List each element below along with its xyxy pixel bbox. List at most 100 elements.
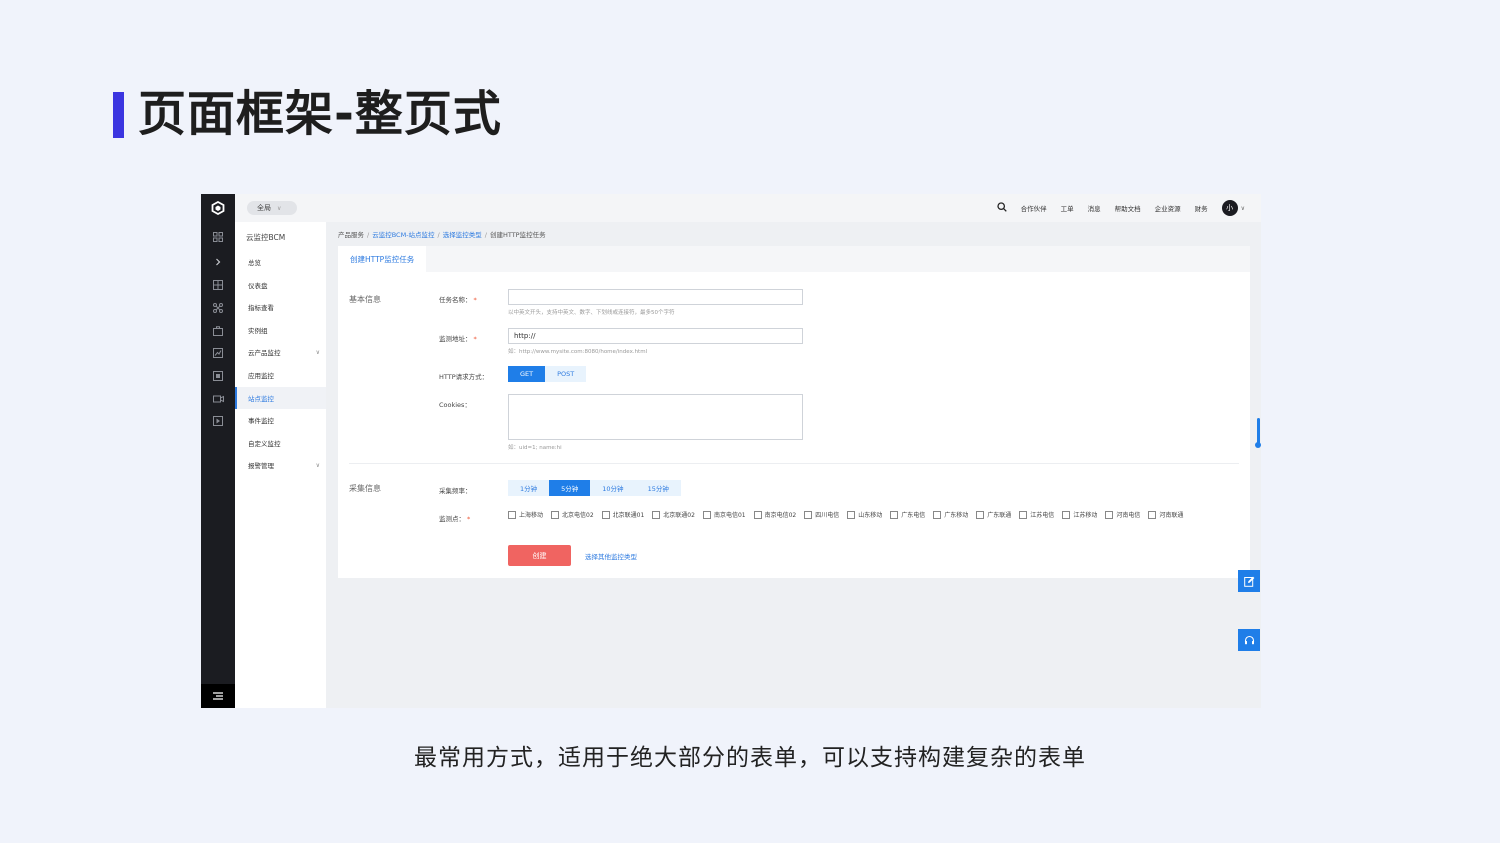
dashboard-icon[interactable] [201, 276, 235, 294]
checkbox-box[interactable] [1148, 510, 1157, 519]
sidebar-item-alarm-management[interactable]: 报警管理 ∨ [235, 454, 326, 476]
top-header: 全局 ∨ 合作伙伴 工单 消息 帮助文档 企业资源 财务 小 ∨ [235, 194, 1261, 223]
monitor-points-group: 上海移动 北京电信02 北京联通01 北京联通02 南京电信01 南京电信02 … [508, 510, 1228, 519]
task-name-input[interactable] [508, 289, 803, 305]
sidebar-item-label: 报警管理 [248, 462, 274, 470]
checkbox-box[interactable] [753, 510, 762, 519]
region-select-value: 全局 [257, 204, 271, 212]
frequency-15min-button[interactable]: 15分钟 [635, 480, 681, 496]
checkbox-point[interactable]: 河南电信 [1105, 510, 1140, 519]
sidebar-item-label: 事件监控 [248, 417, 274, 425]
nav-help-docs[interactable]: 帮助文档 [1115, 203, 1141, 213]
sidebar-item-cloud-products[interactable]: 云产品监控 ∨ [235, 341, 326, 363]
checkbox-box[interactable] [933, 510, 942, 519]
method-post-button[interactable]: POST [545, 366, 587, 382]
region-select[interactable]: 全局 ∨ [247, 201, 297, 215]
checkbox-box[interactable] [890, 510, 899, 519]
slide-title: 页面框架-整页式 [138, 86, 502, 142]
sidebar-item-metrics[interactable]: 指标查看 [235, 296, 326, 318]
checkbox-box[interactable] [1105, 510, 1114, 519]
sidebar-item-app-monitor[interactable]: 应用监控 [235, 364, 326, 386]
main-content: 产品服务 / 云监控BCM-站点监控 / 选择监控类型 / 创建HTTP监控任务 创建HTT… [326, 222, 1261, 708]
icon-sidebar [201, 194, 235, 708]
frequency-10min-button[interactable]: 10分钟 [590, 480, 636, 496]
nav-tickets[interactable]: 工单 [1061, 203, 1074, 213]
checkbox-point[interactable]: 山东移动 [847, 510, 882, 519]
checkbox-box[interactable] [702, 510, 711, 519]
checkbox-point[interactable]: 北京电信02 [551, 510, 594, 519]
nav-finance[interactable]: 财务 [1195, 203, 1208, 213]
checkbox-point[interactable]: 广东移动 [933, 510, 968, 519]
play-icon[interactable] [201, 412, 235, 430]
checkbox-point[interactable]: 河南联通 [1148, 510, 1183, 519]
checkbox-box[interactable] [652, 510, 661, 519]
nav-partners[interactable]: 合作伙伴 [1021, 203, 1047, 213]
cookies-label: Cookies： [439, 401, 471, 409]
breadcrumb-link[interactable]: 选择监控类型 [443, 231, 482, 239]
checkbox-point[interactable]: 北京联通02 [652, 510, 695, 519]
section-basic-info: 基本信息 [349, 295, 381, 304]
frequency-5min-button[interactable]: 5分钟 [549, 480, 591, 496]
checkbox-box[interactable] [508, 510, 516, 519]
logo-icon[interactable] [201, 194, 235, 222]
checkbox-point[interactable]: 广东电信 [890, 510, 925, 519]
nav-enterprise-resources[interactable]: 企业资源 [1155, 203, 1181, 213]
sidebar-item-instance-groups[interactable]: 实例组 [235, 319, 326, 341]
scrollbar-knob[interactable] [1255, 442, 1261, 448]
checkbox-point[interactable]: 上海移动 [508, 510, 543, 519]
section-divider [349, 463, 1239, 464]
checkbox-point[interactable]: 南京电信01 [702, 510, 746, 519]
ui-screenshot: 全局 ∨ 合作伙伴 工单 消息 帮助文档 企业资源 财务 小 ∨ 云监控BCM … [201, 194, 1261, 708]
expand-chevron-icon[interactable] [201, 253, 235, 271]
sidebar-item-site-monitor[interactable]: 站点监控 [235, 387, 326, 409]
feedback-edit-icon[interactable] [1238, 570, 1260, 592]
checkbox-box[interactable] [1019, 510, 1028, 519]
task-name-label: 任务名称： * [439, 296, 477, 304]
sidebar-item-custom-monitor[interactable]: 自定义监控 [235, 432, 326, 454]
breadcrumb-item: 产品服务 [338, 231, 364, 239]
checkbox-point[interactable]: 南京电信02 [753, 510, 796, 519]
customer-service-headset-icon[interactable] [1238, 629, 1260, 651]
search-icon[interactable] [996, 202, 1007, 214]
tab-create-http-task[interactable]: 创建HTTP监控任务 [338, 246, 427, 272]
monitor-icon[interactable] [201, 367, 235, 385]
checkbox-box[interactable] [976, 510, 985, 519]
sidebar-item-overview[interactable]: 总览 [235, 251, 326, 273]
chart-icon[interactable] [201, 344, 235, 362]
frequency-1min-button[interactable]: 1分钟 [508, 480, 550, 496]
checkbox-box[interactable] [601, 510, 610, 519]
breadcrumb-link[interactable]: 云监控BCM-站点监控 [372, 231, 434, 239]
sidebar-title: 云监控BCM [246, 233, 286, 242]
checkbox-box[interactable] [1062, 510, 1071, 519]
network-icon[interactable] [201, 299, 235, 317]
checkbox-box[interactable] [847, 510, 856, 519]
title-accent-bar [113, 92, 124, 138]
grid-icon[interactable] [201, 228, 235, 246]
video-icon[interactable] [201, 390, 235, 408]
checkbox-box[interactable] [804, 510, 813, 519]
menu-toggle-icon[interactable] [201, 684, 235, 708]
checkbox-point[interactable]: 广东联通 [976, 510, 1011, 519]
cookies-textarea[interactable] [508, 394, 803, 440]
chevron-down-icon: ∨ [277, 204, 282, 212]
checkbox-point[interactable]: 江苏移动 [1062, 510, 1097, 519]
checkbox-point[interactable]: 北京联通01 [601, 510, 644, 519]
chevron-down-icon: ∨ [315, 461, 320, 469]
monitor-url-input[interactable] [508, 328, 803, 344]
monitor-points-label: 监测点： * [439, 515, 471, 523]
monitor-url-hint: 如：http://www.mysite.com:8080/home/index.… [508, 349, 648, 355]
sidebar-item-event-monitor[interactable]: 事件监控 [235, 409, 326, 431]
checkbox-point[interactable]: 江苏电信 [1019, 510, 1054, 519]
select-other-type-link[interactable]: 选择其他监控类型 [585, 551, 637, 561]
sidebar-item-dashboard[interactable]: 仪表盘 [235, 274, 326, 296]
chevron-down-icon[interactable]: ∨ [1241, 205, 1245, 212]
http-method-label: HTTP请求方式： [439, 373, 489, 381]
create-button[interactable]: 创建 [508, 545, 571, 566]
checkbox-point[interactable]: 四川电信 [804, 510, 839, 519]
sidebar-item-label: 实例组 [248, 327, 268, 335]
nav-messages[interactable]: 消息 [1088, 203, 1101, 213]
method-get-button[interactable]: GET [508, 366, 546, 382]
toolbox-icon[interactable] [201, 322, 235, 340]
checkbox-box[interactable] [551, 510, 560, 519]
avatar[interactable]: 小 [1221, 200, 1238, 216]
